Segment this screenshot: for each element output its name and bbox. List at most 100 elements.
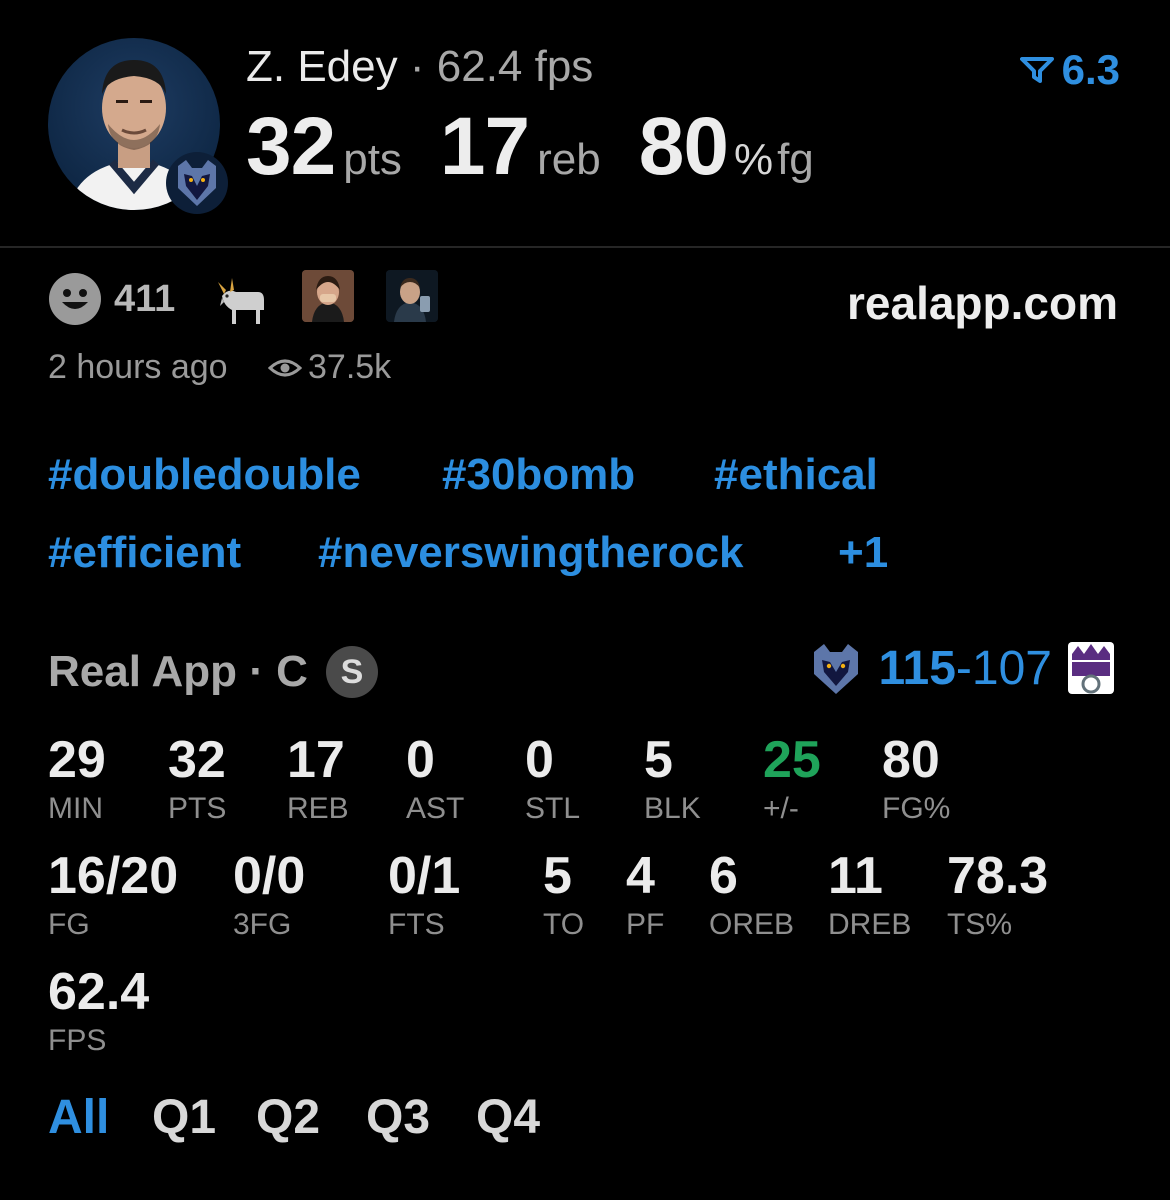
post-time: 2 hours ago [48,348,228,386]
rating-badge[interactable]: 6.3 [1019,46,1120,94]
headline-pts-value: 32 [246,101,336,192]
stat-blk: 5 BLK [644,730,701,826]
stat-value: 29 [48,731,106,789]
tab-all[interactable]: All [48,1090,109,1145]
hashtag[interactable]: #30bomb [442,450,635,500]
stat-fts: 0/1 FTS [388,846,460,942]
stat-value: 0/0 [233,847,306,905]
stat-label: PF [626,908,665,941]
s-badge: S [325,646,378,698]
stat-label: FG [48,908,90,941]
stat-label: TO [543,908,585,941]
stat-ast: 0 AST [406,730,464,826]
stat-fps: 62.4 FPS [48,962,149,1058]
stat-min: 29 MIN [48,730,106,826]
stat-label: 3FG [233,908,292,941]
eye-icon [268,359,302,376]
stat-stl: 0 STL [525,730,580,826]
stat-value: 0 [406,731,435,789]
stat-fg-pct: 80 FG% [882,730,950,826]
reaction-thumbnail-1[interactable] [302,270,354,322]
stat-value: 5 [644,731,673,789]
stat-label: PTS [168,792,227,825]
source-label: Real App · C [48,647,308,696]
stat-value: 11 [828,847,883,905]
stat-value: 0/1 [388,847,461,905]
stat-value: 25 [763,731,821,789]
headline-pts-unit: pts [343,135,402,184]
hashtag[interactable]: #neverswingtherock [318,528,744,578]
stat-value: 78.3 [947,847,1049,905]
headline-fg-pct: % [733,135,774,184]
stat-value: 6 [709,847,738,905]
stat-label: OREB [709,908,795,941]
stat-label: AST [406,792,465,825]
stat-value: 80 [882,731,940,789]
stat-oreb: 6 OREB [709,846,794,942]
hashtag[interactable]: #doubledouble [48,450,361,500]
view-count-value: 37.5k [308,348,392,386]
stat-reb: 17 REB [287,730,349,826]
person-phone-icon [386,270,438,322]
headline-fg-unit: fg [777,135,814,184]
stat-label: TS% [947,908,1013,941]
headline-reb-value: 17 [439,101,530,192]
goat-emoji-icon[interactable] [214,270,272,328]
home-score: 115 [878,641,956,695]
stat-value: 16/20 [48,847,179,905]
stat-value: 32 [168,731,226,789]
stat-to: 5 TO [543,846,584,942]
stat-fg: 16/20 FG [48,846,178,942]
stat-value: 5 [543,847,572,905]
reaction-count: 411 [114,278,176,320]
game-score[interactable]: 115 - 107 [808,640,1116,696]
tab-q2[interactable]: Q2 [256,1090,320,1145]
crying-person-icon [302,270,354,322]
stat-plus-minus: 25 +/- [763,730,821,826]
headline-reb-unit: reb [537,135,601,184]
stat-label: +/- [763,792,799,825]
stat-value: 62.4 [48,963,150,1021]
stat-value: 0 [525,731,554,789]
player-name-line: Z. Edey · 62.4 fps [246,42,593,92]
hashtag[interactable]: #ethical [714,450,878,500]
tab-q1[interactable]: Q1 [152,1090,216,1145]
stat-label: FPS [48,1024,107,1057]
separator: · [409,42,425,91]
stat-label: DREB [828,908,912,941]
header-divider [0,246,1170,248]
player-name[interactable]: Z. Edey [246,42,398,91]
stat-pf: 4 PF [626,846,664,942]
away-score: 107 [971,641,1052,695]
tab-q4[interactable]: Q4 [476,1090,540,1145]
headline-stats: 32 pts 17 reb 80 % fg [246,100,852,194]
stat-label: STL [525,792,581,825]
stat-value: 17 [287,731,345,789]
stat-value: 4 [626,847,655,905]
grizzlies-logo-icon [166,152,228,214]
player-fps: 62.4 fps [436,42,594,91]
score-dash: - [955,641,972,695]
hashtag[interactable]: #efficient [48,528,241,578]
stat-label: MIN [48,792,103,825]
stat-label: REB [287,792,349,825]
hashtag-more[interactable]: +1 [838,528,888,578]
stat-3fg: 0/0 3FG [233,846,305,942]
rating-value: 6.3 [1061,46,1120,93]
stat-dreb: 11 DREB [828,846,911,942]
headline-fg-value: 80 [638,101,729,192]
smiley-reaction-icon[interactable] [48,272,102,326]
stat-label: FG% [882,792,951,825]
view-count: 37.5k [268,348,391,387]
grizzlies-logo-icon [814,644,859,694]
tab-q3[interactable]: Q3 [366,1090,430,1145]
stat-pts: 32 PTS [168,730,226,826]
kings-logo-icon [1068,642,1114,694]
reaction-thumbnail-2[interactable] [386,270,438,322]
game-source: Real App · C S [48,646,378,698]
stat-label: FTS [388,908,445,941]
filter-icon [1019,57,1054,83]
site-link[interactable]: realapp.com [847,276,1118,330]
stat-label: BLK [644,792,701,825]
stat-ts-pct: 78.3 TS% [947,846,1048,942]
